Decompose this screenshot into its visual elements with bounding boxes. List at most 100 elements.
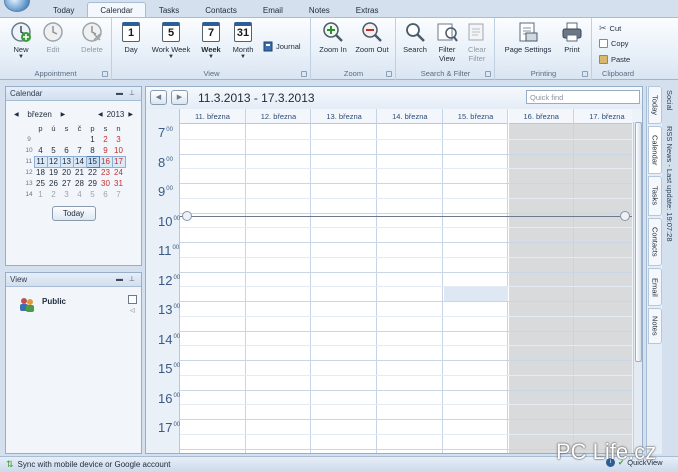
app-menu-orb[interactable] xyxy=(4,0,30,12)
pin-icon[interactable]: ▬ ⊥ xyxy=(116,275,137,283)
mini-calendar-day[interactable]: 25 xyxy=(34,178,47,189)
edit-button[interactable]: Edit xyxy=(40,21,66,54)
mini-calendar-day[interactable]: 2 xyxy=(99,134,112,145)
week-number[interactable]: 14 xyxy=(24,189,34,200)
tab-tasks[interactable]: Tasks xyxy=(146,2,192,18)
vertical-scrollbar[interactable] xyxy=(633,122,642,453)
side-tab-notes[interactable]: Notes xyxy=(648,308,662,344)
tab-email[interactable]: Email xyxy=(250,2,296,18)
cut-button[interactable]: ✂ Cut xyxy=(599,22,621,34)
search-button[interactable]: Search xyxy=(401,21,429,54)
paste-button[interactable]: Paste xyxy=(599,53,630,65)
filter-view-button[interactable]: Filter View xyxy=(433,21,461,63)
work-week-view-button[interactable]: 5 Work Week ▼ xyxy=(149,21,193,60)
mini-calendar-day[interactable]: 22 xyxy=(86,167,99,178)
mini-calendar-day[interactable]: 7 xyxy=(73,145,86,156)
mini-calendar-day[interactable]: 13 xyxy=(59,155,74,168)
day-view-button[interactable]: 1 Day xyxy=(119,21,143,54)
mini-calendar-day[interactable]: 26 xyxy=(47,178,60,189)
mini-calendar-day[interactable]: 19 xyxy=(47,167,60,178)
mini-calendar-day[interactable]: 12 xyxy=(46,155,61,168)
sync-link[interactable]: Sync with mobile device or Google accoun… xyxy=(18,460,171,469)
new-button[interactable]: New ▼ xyxy=(8,21,34,60)
week-number[interactable]: 10 xyxy=(24,145,34,156)
mini-calendar-day[interactable]: 18 xyxy=(34,167,47,178)
tab-extras[interactable]: Extras xyxy=(343,2,392,18)
mini-calendar-day[interactable] xyxy=(73,134,86,145)
mini-calendar-day[interactable]: 30 xyxy=(99,178,112,189)
mini-calendar-day[interactable]: 1 xyxy=(86,134,99,145)
week-number[interactable]: 13 xyxy=(24,178,34,189)
dialog-launcher-icon[interactable] xyxy=(582,71,588,77)
print-button[interactable]: Print xyxy=(560,21,584,54)
clear-filter-button[interactable]: Clear Filter xyxy=(463,21,491,63)
side-tab-today[interactable]: Today xyxy=(648,86,662,124)
mini-calendar-day[interactable]: 8 xyxy=(86,145,99,156)
mini-calendar-day[interactable] xyxy=(47,134,60,145)
mini-calendar-day[interactable]: 28 xyxy=(73,178,86,189)
mini-calendar-day[interactable]: 4 xyxy=(34,145,47,156)
zoom-in-button[interactable]: Zoom In xyxy=(316,21,350,54)
side-tab-calendar[interactable]: Calendar xyxy=(648,126,662,174)
quick-find-input[interactable]: Quick find xyxy=(526,90,640,104)
journal-button[interactable]: Journal xyxy=(263,40,301,52)
mini-calendar-day[interactable]: 20 xyxy=(60,167,73,178)
tab-today[interactable]: Today xyxy=(40,2,87,18)
mini-calendar-day[interactable]: 3 xyxy=(60,189,73,200)
next-year-icon[interactable]: ▶ xyxy=(128,111,133,118)
dialog-launcher-icon[interactable] xyxy=(386,71,392,77)
mini-calendar-day[interactable]: 14 xyxy=(72,155,87,168)
mini-calendar-day[interactable]: 2 xyxy=(47,189,60,200)
delete-button[interactable]: Delete xyxy=(78,21,106,54)
mini-calendar-day[interactable]: 5 xyxy=(47,145,60,156)
side-tab-email[interactable]: Email xyxy=(648,268,662,306)
next-week-button[interactable]: ▶ xyxy=(171,90,188,105)
mini-calendar-day[interactable]: 6 xyxy=(99,189,112,200)
rss-news-label[interactable]: RSS News - Last update: 19:07:28 xyxy=(665,126,674,242)
mini-calendar-day[interactable]: 15 xyxy=(85,155,100,168)
tab-notes[interactable]: Notes xyxy=(296,2,343,18)
side-tab-tasks[interactable]: Tasks xyxy=(648,176,662,216)
tab-calendar[interactable]: Calendar xyxy=(87,2,146,18)
day-header[interactable]: 12. března xyxy=(245,109,312,124)
pin-icon[interactable]: ▬ ⊥ xyxy=(116,89,137,97)
prev-month-icon[interactable]: ◀ xyxy=(14,111,19,118)
week-number[interactable]: 12 xyxy=(24,167,34,178)
mini-calendar-day[interactable]: 21 xyxy=(73,167,86,178)
mini-calendar-day[interactable]: 9 xyxy=(99,145,112,156)
mini-calendar-day[interactable]: 10 xyxy=(112,145,125,156)
week-number[interactable]: 11 xyxy=(24,156,34,167)
week-number[interactable]: 9 xyxy=(24,134,34,145)
mini-calendar-day[interactable]: 5 xyxy=(86,189,99,200)
copy-button[interactable]: Copy xyxy=(599,37,629,49)
social-label[interactable]: Social xyxy=(665,90,674,110)
day-header[interactable]: 14. března xyxy=(377,109,443,124)
day-header[interactable]: 17. března xyxy=(574,109,632,124)
mini-calendar-day[interactable]: 24 xyxy=(112,167,125,178)
day-header[interactable]: 11. března xyxy=(180,109,246,124)
selected-time-slot[interactable] xyxy=(443,285,509,301)
mini-calendar-day[interactable]: 4 xyxy=(73,189,86,200)
mini-calendar-day[interactable]: 17 xyxy=(111,155,126,168)
next-month-icon[interactable]: ▶ xyxy=(61,111,66,118)
day-header[interactable]: 15. března xyxy=(442,109,509,124)
page-settings-button[interactable]: Page Settings xyxy=(502,21,554,54)
mini-calendar-day[interactable]: 16 xyxy=(98,155,113,168)
dialog-launcher-icon[interactable] xyxy=(102,71,108,77)
dialog-launcher-icon[interactable] xyxy=(485,71,491,77)
day-header[interactable]: 16. března xyxy=(508,109,575,124)
scrollbar-thumb[interactable] xyxy=(635,122,642,362)
mini-calendar-day[interactable]: 6 xyxy=(60,145,73,156)
mini-calendar-day[interactable]: 23 xyxy=(99,167,112,178)
mini-calendar-day[interactable]: 27 xyxy=(60,178,73,189)
mini-calendar-day[interactable]: 29 xyxy=(86,178,99,189)
mini-calendar-day[interactable] xyxy=(60,134,73,145)
today-button[interactable]: Today xyxy=(51,206,96,221)
prev-year-icon[interactable]: ◀ xyxy=(98,111,103,118)
mini-calendar-day[interactable]: 7 xyxy=(112,189,125,200)
day-header[interactable]: 13. března xyxy=(311,109,378,124)
mini-calendar-day[interactable]: 3 xyxy=(112,134,125,145)
tab-contacts[interactable]: Contacts xyxy=(192,2,250,18)
side-tab-contacts[interactable]: Contacts xyxy=(648,218,662,266)
week-view-button[interactable]: 7 Week ▼ xyxy=(199,21,223,60)
